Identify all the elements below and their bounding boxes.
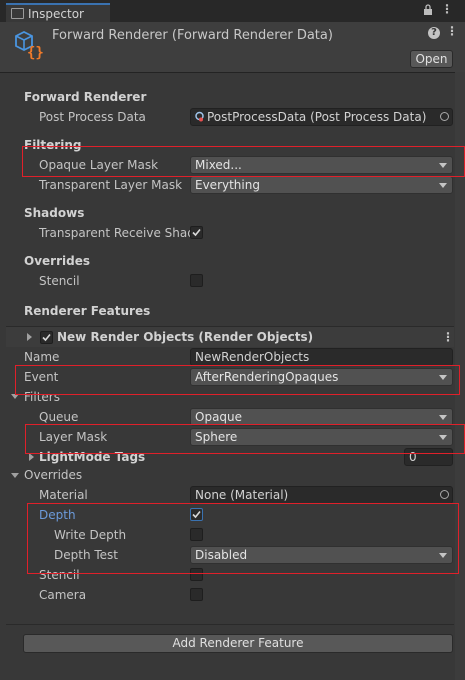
transparent-shadows-label: Transparent Receive Shad <box>39 226 195 240</box>
lightmode-foldout-icon[interactable] <box>29 453 34 461</box>
highlight-box <box>15 365 460 395</box>
page-title: Forward Renderer (Forward Renderer Data) <box>52 28 333 43</box>
stencil-label: Stencil <box>39 274 80 288</box>
inspector-icon <box>11 8 24 19</box>
svg-text:{}: {} <box>27 45 44 60</box>
object-picker-icon[interactable] <box>440 112 449 121</box>
section-forward-renderer: Forward Renderer <box>24 90 147 104</box>
material-value: None (Material) <box>195 488 289 502</box>
transparent-mask-label: Transparent Layer Mask <box>39 178 183 192</box>
material-label: Material <box>39 488 88 502</box>
highlight-box <box>25 424 465 454</box>
chevron-down-icon <box>439 183 447 188</box>
post-process-field[interactable]: PostProcessData (Post Process Data) <box>190 108 453 126</box>
divider <box>6 624 454 625</box>
foldout-arrow-icon[interactable] <box>27 333 32 341</box>
open-button[interactable]: Open <box>410 50 453 68</box>
post-process-asset-icon <box>194 111 205 125</box>
tab-menu-icon[interactable]: ⋮ <box>441 2 453 16</box>
section-shadows: Shadows <box>24 206 85 220</box>
transparent-mask-dropdown[interactable]: Everything <box>190 176 453 194</box>
renderer-asset-icon: {} <box>12 30 44 63</box>
name-label: Name <box>24 350 60 364</box>
add-renderer-feature-button[interactable]: Add Renderer Feature <box>23 634 453 653</box>
post-process-label: Post Process Data <box>39 110 146 124</box>
highlight-box <box>22 146 465 177</box>
transparent-shadows-checkbox[interactable] <box>190 226 203 239</box>
tab-inspector[interactable]: Inspector <box>6 3 110 22</box>
feature-overrides-label: Overrides <box>24 468 83 482</box>
transparent-mask-value: Everything <box>195 178 260 192</box>
chevron-down-icon <box>439 415 447 420</box>
queue-value: Opaque <box>195 410 243 424</box>
name-field[interactable]: NewRenderObjects <box>190 348 453 366</box>
post-process-value: PostProcessData (Post Process Data) <box>207 110 427 124</box>
feature-menu-icon[interactable]: ⋮ <box>442 330 454 344</box>
stencil-checkbox[interactable] <box>190 274 203 287</box>
tab-label: Inspector <box>28 7 84 21</box>
section-overrides: Overrides <box>24 254 90 268</box>
camera-checkbox[interactable] <box>190 588 203 601</box>
queue-label: Queue <box>39 410 79 424</box>
feature-title: New Render Objects (Render Objects) <box>57 330 314 344</box>
lock-icon[interactable] <box>423 4 433 19</box>
checkmark-icon <box>192 228 201 237</box>
settings-menu-icon[interactable]: ⋮ <box>446 24 458 38</box>
highlight-box <box>27 503 459 574</box>
checkmark-icon <box>42 333 51 342</box>
feature-enabled-checkbox[interactable] <box>40 331 53 344</box>
object-picker-icon[interactable] <box>440 490 449 499</box>
section-renderer-features: Renderer Features <box>24 304 151 318</box>
camera-label: Camera <box>39 588 87 602</box>
overrides-foldout-icon[interactable] <box>11 473 19 478</box>
material-field[interactable]: None (Material) <box>190 486 453 504</box>
help-icon[interactable]: ? <box>428 27 440 39</box>
